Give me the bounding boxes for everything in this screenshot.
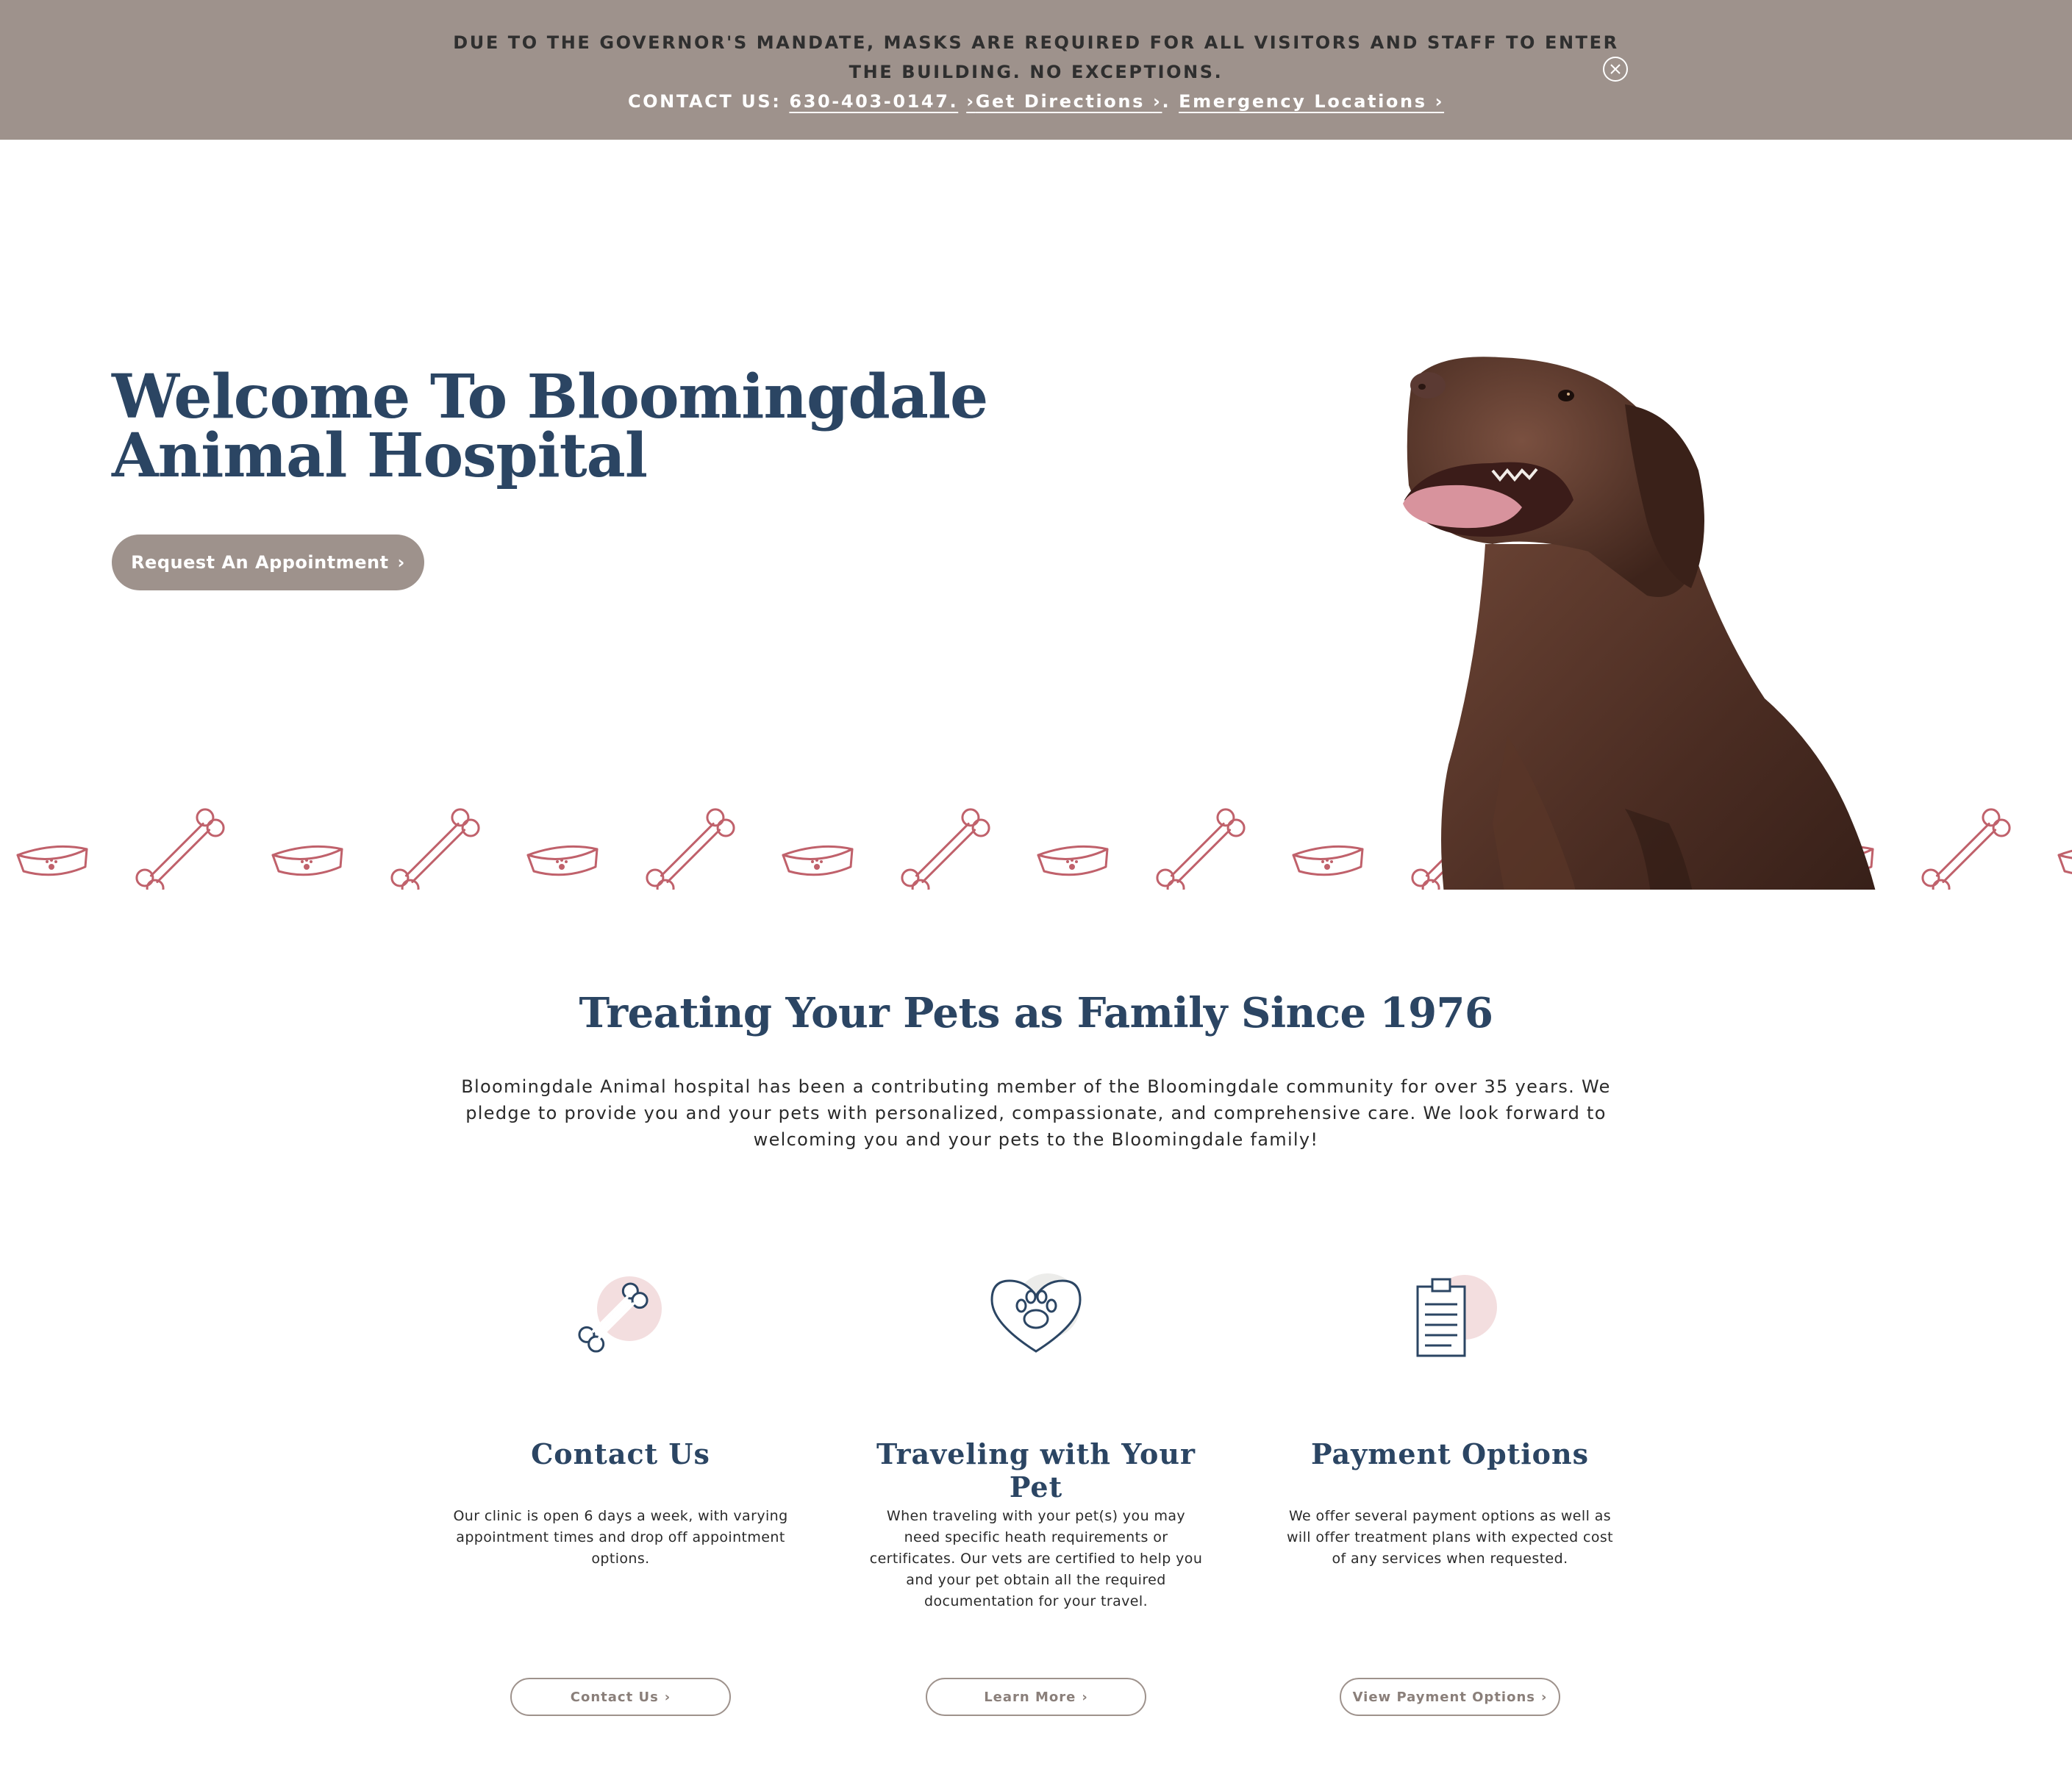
learn-more-button[interactable]: Learn More › [926,1678,1146,1716]
request-appointment-button[interactable]: Request An Appointment › [112,535,424,590]
intro-text: Bloomingdale Animal hospital has been a … [461,1076,1611,1150]
hero-section: Welcome To Bloomingdale Animal Hospital … [0,140,2072,890]
chevron-right-icon: › [664,1689,671,1705]
get-directions-label: Get Directions [975,91,1145,112]
chevron-right-icon: › [1152,91,1162,112]
view-payment-options-button[interactable]: View Payment Options › [1340,1678,1560,1716]
clipboard-icon [1416,1275,1497,1357]
phone-link[interactable]: 630-403-0147. [789,91,958,112]
learn-more-label: Learn More [984,1689,1076,1705]
intro-title: Treating Your Pets as Family Since 1976 [579,989,1493,1037]
view-payment-options-label: View Payment Options [1352,1689,1535,1705]
heart-paw-icon [990,1273,1082,1353]
announcement-bar: DUE TO THE GOVERNOR'S MANDATE, MASKS ARE… [0,0,2072,140]
dog-photo [1403,357,1876,890]
contact-us-label: Contact Us [570,1689,659,1705]
feature-title: Payment Options [1310,1437,1590,1470]
emergency-locations-link[interactable]: Emergency Locations › [1179,91,1444,112]
feature-title: Contact Us [531,1437,710,1470]
close-alert-button[interactable] [1603,57,1628,82]
contact-prefix: CONTACT US: [627,91,782,112]
chevron-right-icon: › [1082,1689,1088,1705]
hero-title: Welcome To Bloomingdale Animal Hospital [112,362,988,491]
emergency-locations-label: Emergency Locations [1179,91,1427,112]
chevron-right-icon: › [1541,1689,1548,1705]
close-icon [1610,64,1621,74]
chevron-right-icon: › [966,91,976,112]
request-appointment-label: Request An Appointment [131,552,389,573]
mask-mandate-message: DUE TO THE GOVERNOR'S MANDATE, MASKS ARE… [453,32,1619,82]
feature-title: Traveling with Your Pet [876,1437,1196,1504]
contact-line: CONTACT US: 630-403-0147. ›Get Direction… [0,87,2072,116]
feature-text: We offer several payment options as well… [1286,1508,1614,1567]
get-directions-link[interactable]: ›Get Directions › [966,91,1162,112]
chevron-right-icon: › [397,552,405,573]
separator: . [1162,91,1171,112]
bone-icon [578,1276,662,1353]
chevron-right-icon: › [1435,91,1445,112]
feature-text: When traveling with your pet(s) you may … [869,1508,1203,1609]
contact-us-button[interactable]: Contact Us › [510,1678,731,1716]
feature-text: Our clinic is open 6 days a week, with v… [453,1508,788,1567]
